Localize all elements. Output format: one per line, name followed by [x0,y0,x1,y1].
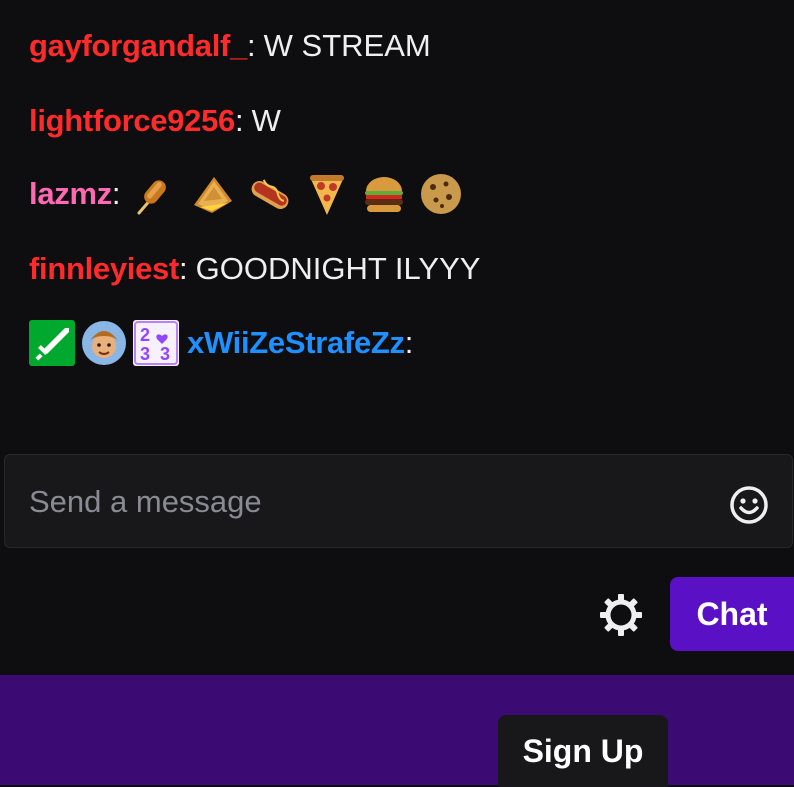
chat-log: gayforgandalf_: W STREAM lightforce9256: W… [0,0,794,440]
badge-digit: 3 [160,344,170,364]
gear-icon[interactable] [598,592,644,638]
chat-username[interactable]: finnleyiest [29,251,179,287]
cookie-emote[interactable] [418,171,464,217]
grilled-cheese-emote[interactable] [190,171,236,217]
chat-message: lazmz: [29,169,475,219]
chat-colon: : [179,251,188,286]
chat-colon: : [235,103,244,138]
emote-list [133,171,475,217]
chat-message: lightforce9256: W [29,96,281,146]
signup-footer-banner: Sign Up [0,675,794,787]
sword-badge-icon[interactable] [29,320,75,366]
chat-input-container [4,454,793,548]
chat-send-button[interactable]: Chat [670,577,794,651]
corndog-emote[interactable] [133,171,179,217]
smiley-face-icon[interactable] [727,483,771,527]
badge-digit: 2 [140,325,150,345]
avatar-badge-icon[interactable] [81,320,127,366]
chat-username[interactable]: lazmz [29,176,112,212]
chat-message: 2 3 3 xWiiZeStrafeZz: [29,318,413,368]
chat-colon: : [247,28,256,63]
chat-message-text: W [251,103,281,138]
chat-username[interactable]: gayforgandalf_ [29,28,247,64]
chat-message: finnleyiest: GOODNIGHT ILYYY [29,244,480,294]
chat-message-text: W STREAM [263,28,431,63]
chat-colon: : [111,176,121,211]
pizza-emote[interactable] [304,171,350,217]
chat-username[interactable]: xWiiZeStrafeZz [187,325,405,361]
chat-username[interactable]: lightforce9256 [29,103,235,139]
sign-up-button[interactable]: Sign Up [498,715,668,787]
hotdog-emote[interactable] [247,171,293,217]
2023-badge-icon[interactable]: 2 3 3 [133,320,179,366]
badge-list: 2 3 3 [29,320,185,366]
badge-digit: 3 [140,344,150,364]
chat-message-input[interactable] [29,477,689,527]
burger-emote[interactable] [361,171,407,217]
chat-colon: : [404,325,414,360]
chat-message: gayforgandalf_: W STREAM [29,21,431,71]
chat-message-text: GOODNIGHT ILYYY [195,251,481,286]
